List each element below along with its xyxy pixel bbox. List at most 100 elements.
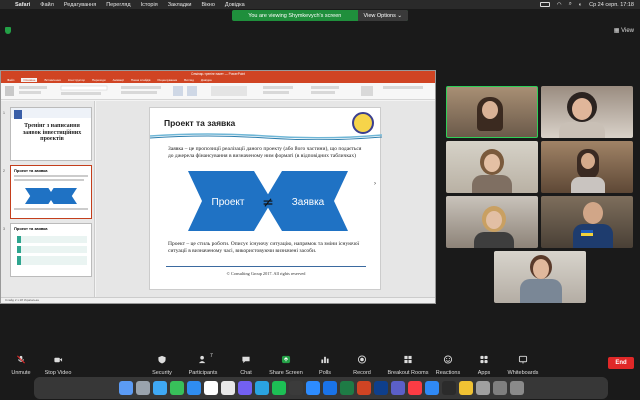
participant-body [520, 279, 562, 303]
participant-body [571, 177, 605, 193]
participant-video-3[interactable] [446, 141, 538, 193]
participant-video-4[interactable] [541, 141, 633, 193]
menu-bookmarks[interactable]: Закладки [168, 2, 192, 8]
slide-thumbnail-2[interactable]: Проект та заявка [10, 165, 92, 219]
downloads-folder-icon[interactable] [492, 381, 507, 395]
menu-help[interactable]: Довідка [225, 2, 245, 8]
photos-icon[interactable] [220, 381, 235, 395]
view-button[interactable]: ▦ View [614, 27, 634, 34]
breakout-rooms-button[interactable]: Breakout Rooms [386, 352, 430, 376]
ppt-tab-insert[interactable]: Вставлення [44, 78, 60, 82]
participant-video-5[interactable] [446, 196, 538, 248]
ribbon-tools-icons [5, 85, 423, 96]
outlook-icon[interactable] [373, 381, 388, 395]
end-meeting-button[interactable]: End [608, 357, 634, 369]
powerpoint-icon[interactable] [356, 381, 371, 395]
ppt-tab-view[interactable]: Вигляд [184, 78, 194, 82]
slide-thumbnail-1[interactable]: Тренінг з написання заявок інвестиційних… [10, 107, 92, 161]
slide-thumbnail-3[interactable]: Проект та заявка [10, 223, 92, 277]
zoom-meeting-controls: Unmute Stop Video Security 7 Participant… [0, 352, 640, 376]
participant-video-2[interactable] [541, 86, 633, 138]
ppt-tab-slideshow[interactable]: Показ слайдів [131, 78, 151, 82]
excel-icon[interactable] [339, 381, 354, 395]
menu-view[interactable]: Перегляд [106, 2, 130, 8]
whiteboards-icon [518, 355, 528, 364]
menu-window[interactable]: Вікно [202, 2, 215, 8]
unmute-button[interactable]: Unmute [1, 352, 41, 376]
participant-video-7[interactable] [494, 251, 586, 303]
participant-video-1[interactable] [446, 86, 538, 138]
security-button[interactable]: Security [142, 352, 182, 376]
macos-menubar: Safari Файл Редагування Перегляд Історія… [0, 0, 640, 9]
slide-editing-area: Проект та заявка Заявка – це пропозиції … [96, 101, 435, 297]
menubar-clock[interactable]: Ср 24 серп. 17:18 [589, 2, 634, 8]
preview-icon[interactable] [475, 381, 490, 395]
facetime-icon[interactable] [271, 381, 286, 395]
thumb-number: 3 [3, 227, 5, 231]
current-slide[interactable]: Проект та заявка Заявка – це пропозиції … [149, 107, 382, 290]
menu-edit[interactable]: Редагування [64, 2, 96, 8]
appstore-icon[interactable] [424, 381, 439, 395]
zoom-icon[interactable] [305, 381, 320, 395]
participant-body [472, 175, 512, 193]
whiteboards-button[interactable]: Whiteboards [503, 352, 543, 376]
ppt-tab-file[interactable]: Файл [7, 78, 14, 82]
terminal-icon[interactable] [441, 381, 456, 395]
viber-icon[interactable] [237, 381, 252, 395]
notes-icon[interactable] [458, 381, 473, 395]
security-label: Security [152, 370, 172, 376]
search-icon[interactable]: ⌕ [569, 1, 572, 8]
participants-count-badge: 7 [210, 353, 213, 359]
ppt-tab-home[interactable]: Основне [21, 78, 38, 82]
ppt-window-title: Семінар-тренінг пакет — PowerPoint [191, 72, 245, 76]
share-screen-label: Share Screen [269, 370, 303, 376]
ppt-status-bar: Слайд 2 з 18 Українська [1, 297, 435, 303]
share-screen-button[interactable]: Share Screen [266, 352, 306, 376]
reactions-button[interactable]: Reactions [428, 352, 468, 376]
encryption-shield-icon[interactable] [5, 27, 11, 34]
breakout-rooms-icon [404, 355, 412, 364]
ppt-tab-transitions[interactable]: Переходи [92, 78, 106, 82]
safari-icon[interactable] [152, 381, 167, 395]
menu-app-name[interactable]: Safari [15, 2, 30, 8]
unmute-label: Unmute [11, 370, 31, 376]
mail-icon[interactable] [186, 381, 201, 395]
music-icon[interactable] [407, 381, 422, 395]
participants-label: Participants [188, 370, 218, 376]
stop-video-button[interactable]: Stop Video [38, 352, 78, 376]
teams-icon[interactable] [390, 381, 405, 395]
participant-face [581, 153, 595, 169]
control-center-icon[interactable]: ◐ [579, 2, 582, 8]
record-button[interactable]: Record [342, 352, 382, 376]
word-icon[interactable] [322, 381, 337, 395]
participant-face [583, 202, 603, 224]
settings-icon[interactable] [288, 381, 303, 395]
ppt-tab-review[interactable]: Рецензування [158, 78, 178, 82]
ppt-tab-animations[interactable]: Анімації [113, 78, 124, 82]
wifi-icon[interactable]: ◠ [557, 2, 562, 8]
menu-history[interactable]: Історія [141, 2, 158, 8]
view-options-button[interactable]: View Options ⌄ [357, 10, 408, 21]
zoom-top-bar: ▦ View [0, 26, 640, 36]
ppt-tab-help[interactable]: Довідка [201, 78, 212, 82]
ppt-status-text: Слайд 2 з 18 Українська [5, 298, 39, 302]
finder-icon[interactable] [118, 381, 133, 395]
messages-icon[interactable] [169, 381, 184, 395]
participants-button[interactable]: 7 Participants [183, 352, 223, 376]
calendar-icon[interactable] [203, 381, 218, 395]
apps-button[interactable]: Apps [464, 352, 504, 376]
ppt-tab-design[interactable]: Конструктор [68, 78, 85, 82]
telegram-icon[interactable] [254, 381, 269, 395]
screen-share-banner: You are viewing Shymkevych's screen View… [232, 10, 408, 21]
apps-icon [480, 355, 488, 364]
chat-label: Chat [240, 370, 252, 376]
slide-thumbnails-pane: 1 Тренінг з написання заявок інвестиційн… [1, 101, 95, 297]
battery-icon[interactable] [539, 2, 550, 7]
trash-icon[interactable] [509, 381, 524, 395]
participant-video-6[interactable] [541, 196, 633, 248]
chat-button[interactable]: Chat [226, 352, 266, 376]
polls-button[interactable]: Polls [305, 352, 345, 376]
participant-face [486, 211, 502, 229]
launchpad-icon[interactable] [135, 381, 150, 395]
menu-file[interactable]: Файл [40, 2, 54, 8]
